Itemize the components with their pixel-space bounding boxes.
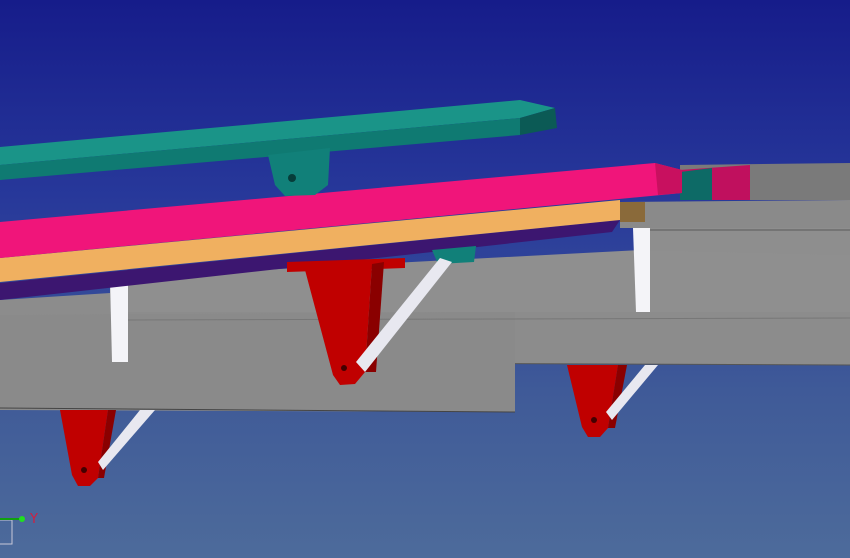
triad-box <box>0 519 13 545</box>
model-render: Y <box>0 100 850 545</box>
white-plate-left <box>110 278 128 362</box>
y-axis-arrow-icon <box>19 516 25 522</box>
axis-triad: Y <box>0 512 38 545</box>
red-bracket-left <box>60 410 155 486</box>
cad-3d-viewport[interactable]: Y <box>0 0 850 558</box>
y-axis-label: Y <box>29 512 38 527</box>
red-bracket-right <box>567 365 658 437</box>
right-top-block <box>680 163 850 200</box>
teal-bracket <box>268 148 330 196</box>
